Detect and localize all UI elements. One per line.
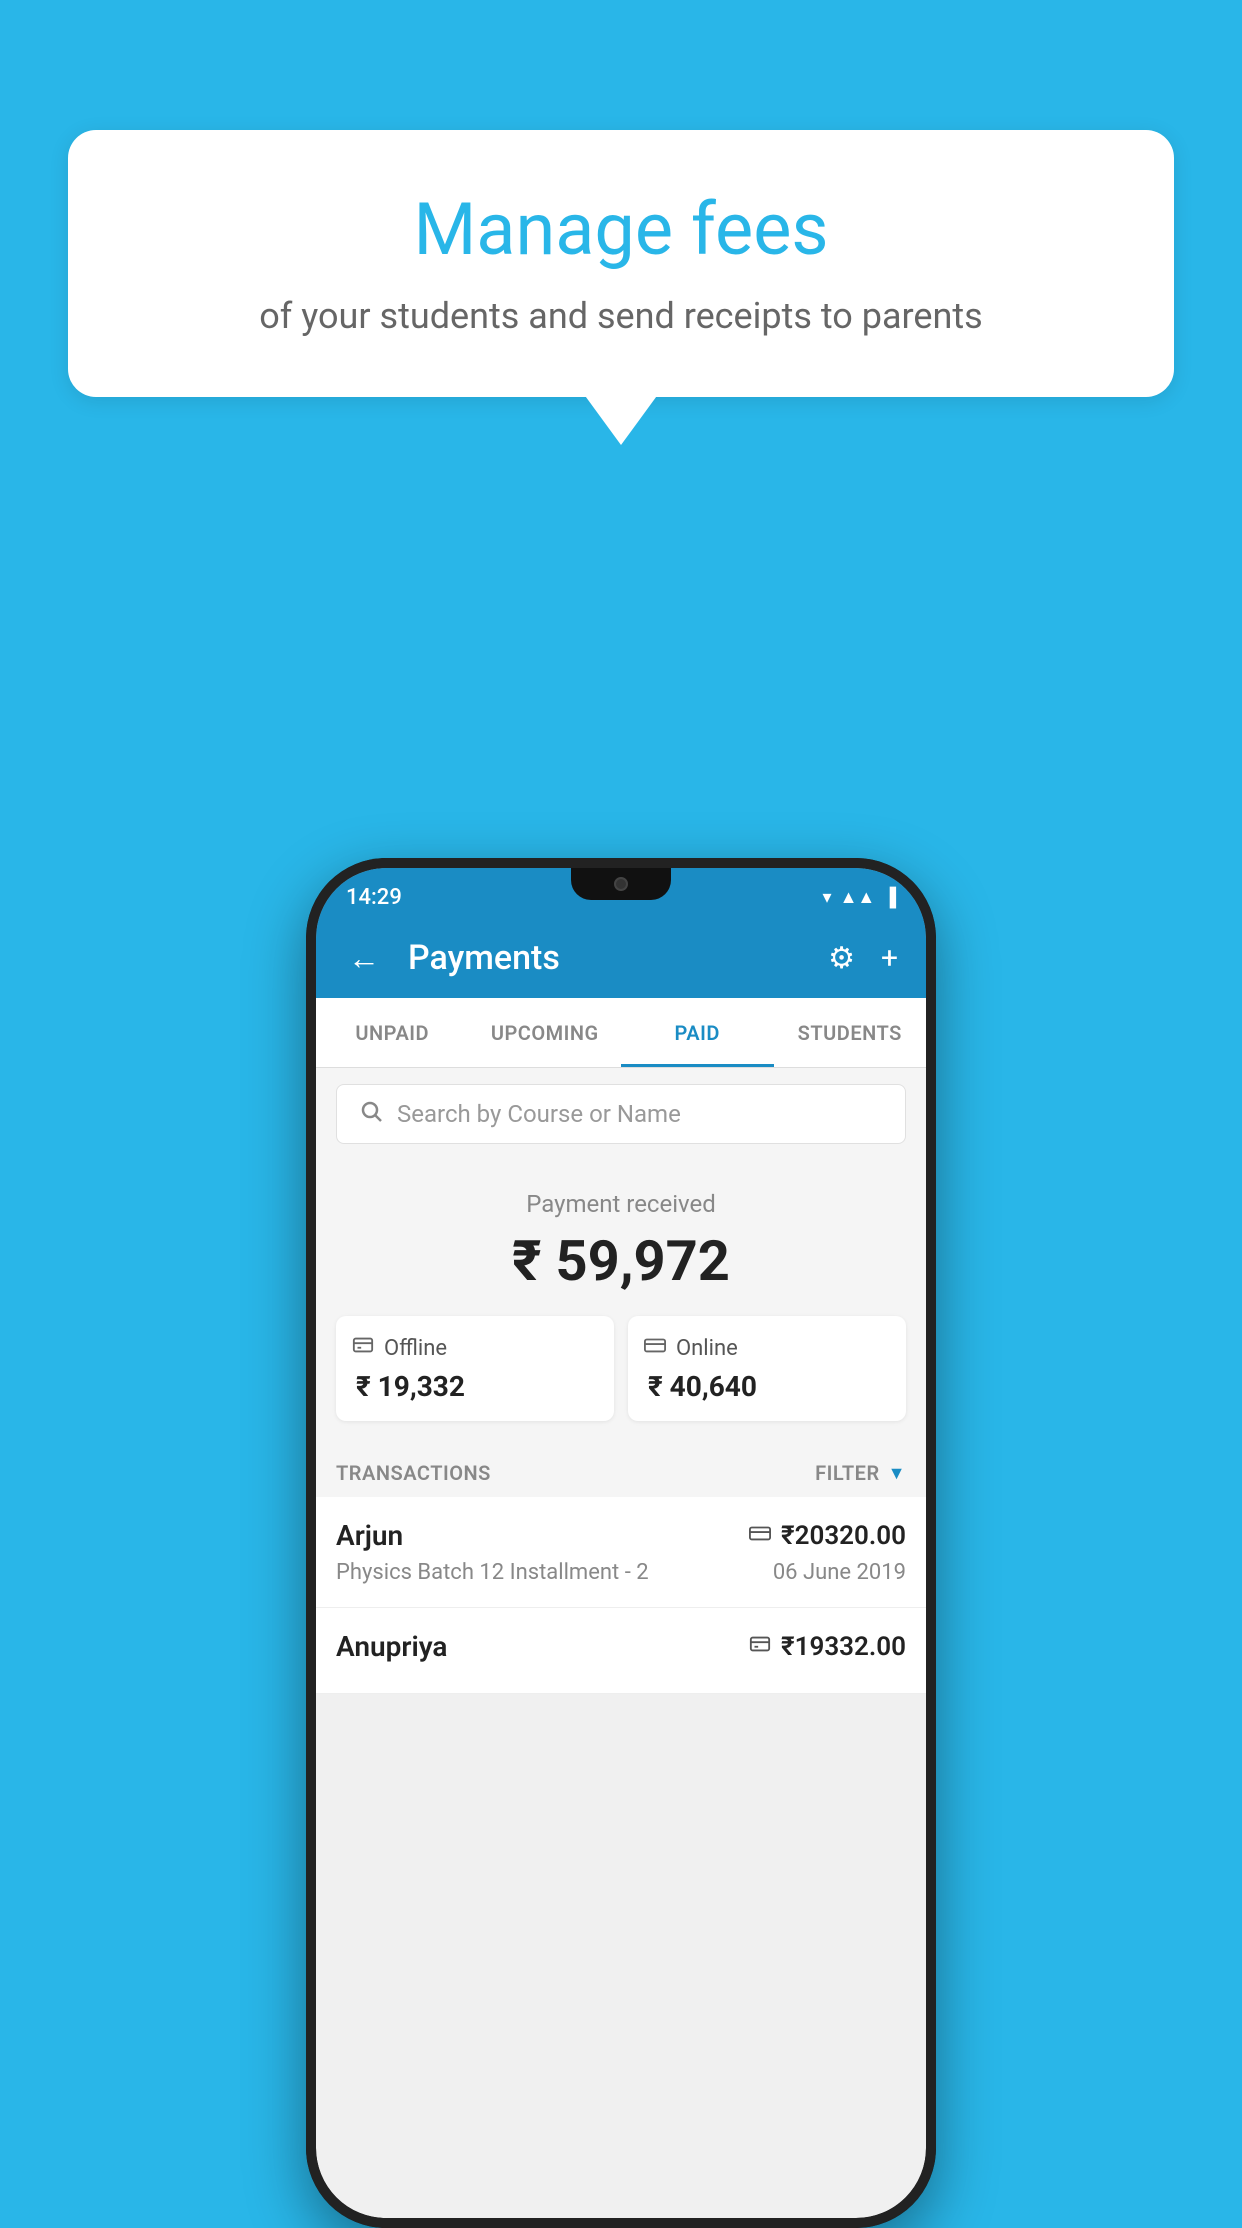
camera-dot bbox=[614, 877, 628, 891]
payment-cards: Offline ₹ 19,332 bbox=[336, 1316, 906, 1421]
payment-total: ₹ 59,972 bbox=[336, 1228, 906, 1294]
search-icon bbox=[359, 1099, 383, 1130]
tab-upcoming[interactable]: UPCOMING bbox=[469, 998, 622, 1067]
online-icon bbox=[644, 1334, 666, 1362]
offline-payment-icon bbox=[749, 1633, 771, 1661]
filter-button[interactable]: FILTER ▼ bbox=[815, 1461, 906, 1485]
offline-amount: ₹ 19,332 bbox=[352, 1370, 465, 1403]
transaction-item[interactable]: Anupriya ₹19332.00 bbox=[316, 1608, 926, 1694]
transaction-amount: ₹19332.00 bbox=[781, 1632, 906, 1662]
phone-notch bbox=[571, 868, 671, 900]
wifi-icon: ▾ bbox=[823, 887, 832, 908]
signal-icon: ▲▲ bbox=[840, 887, 876, 908]
search-bar[interactable]: Search by Course or Name bbox=[336, 1084, 906, 1144]
transaction-name: Anupriya bbox=[336, 1630, 447, 1663]
transaction-amount-row: ₹20320.00 bbox=[749, 1521, 906, 1551]
online-amount: ₹ 40,640 bbox=[644, 1370, 757, 1403]
offline-label: Offline bbox=[384, 1336, 447, 1361]
tab-paid[interactable]: PAID bbox=[621, 998, 774, 1067]
offline-icon bbox=[352, 1334, 374, 1362]
online-card-header: Online bbox=[644, 1334, 738, 1362]
app-bar-actions: ⚙ + bbox=[824, 937, 902, 980]
app-bar: ← Payments ⚙ + bbox=[316, 918, 926, 998]
phone-frame: 14:29 ▾ ▲▲ ▐ ← Payments ⚙ + UNPAID bbox=[306, 858, 936, 2228]
transaction-amount: ₹20320.00 bbox=[781, 1521, 906, 1551]
filter-icon: ▼ bbox=[888, 1463, 906, 1484]
tab-bar: UNPAID UPCOMING PAID STUDENTS bbox=[316, 998, 926, 1068]
online-label: Online bbox=[676, 1336, 738, 1361]
bubble-title: Manage fees bbox=[118, 190, 1124, 269]
search-placeholder: Search by Course or Name bbox=[397, 1100, 681, 1128]
filter-label: FILTER bbox=[815, 1461, 880, 1485]
tab-unpaid[interactable]: UNPAID bbox=[316, 998, 469, 1067]
app-bar-title: Payments bbox=[408, 938, 804, 978]
transactions-header: TRANSACTIONS FILTER ▼ bbox=[316, 1441, 926, 1497]
add-button[interactable]: + bbox=[877, 937, 902, 980]
online-card: Online ₹ 40,640 bbox=[628, 1316, 906, 1421]
back-button[interactable]: ← bbox=[340, 931, 388, 985]
payment-summary: Payment received ₹ 59,972 bbox=[316, 1160, 926, 1441]
status-icons: ▾ ▲▲ ▐ bbox=[823, 887, 896, 908]
offline-card-header: Offline bbox=[352, 1334, 447, 1362]
transaction-amount-row: ₹19332.00 bbox=[749, 1632, 906, 1662]
offline-card: Offline ₹ 19,332 bbox=[336, 1316, 614, 1421]
search-container: Search by Course or Name bbox=[316, 1068, 926, 1160]
transaction-course: Physics Batch 12 Installment - 2 bbox=[336, 1560, 649, 1585]
transactions-label: TRANSACTIONS bbox=[336, 1461, 491, 1485]
transaction-item[interactable]: Arjun ₹20320.00 Physics bbox=[316, 1497, 926, 1608]
settings-button[interactable]: ⚙ bbox=[824, 937, 859, 980]
bubble-subtitle: of your students and send receipts to pa… bbox=[118, 291, 1124, 341]
payment-label: Payment received bbox=[336, 1190, 906, 1218]
tab-students[interactable]: STUDENTS bbox=[774, 998, 927, 1067]
transaction-name: Arjun bbox=[336, 1519, 403, 1552]
card-payment-icon bbox=[749, 1522, 771, 1550]
phone-screen: 14:29 ▾ ▲▲ ▐ ← Payments ⚙ + UNPAID bbox=[316, 868, 926, 2218]
speech-bubble: Manage fees of your students and send re… bbox=[68, 130, 1174, 397]
transaction-date: 06 June 2019 bbox=[773, 1560, 906, 1585]
transaction-list: Arjun ₹20320.00 Physics bbox=[316, 1497, 926, 1694]
status-time: 14:29 bbox=[346, 885, 402, 910]
battery-icon: ▐ bbox=[883, 887, 896, 908]
